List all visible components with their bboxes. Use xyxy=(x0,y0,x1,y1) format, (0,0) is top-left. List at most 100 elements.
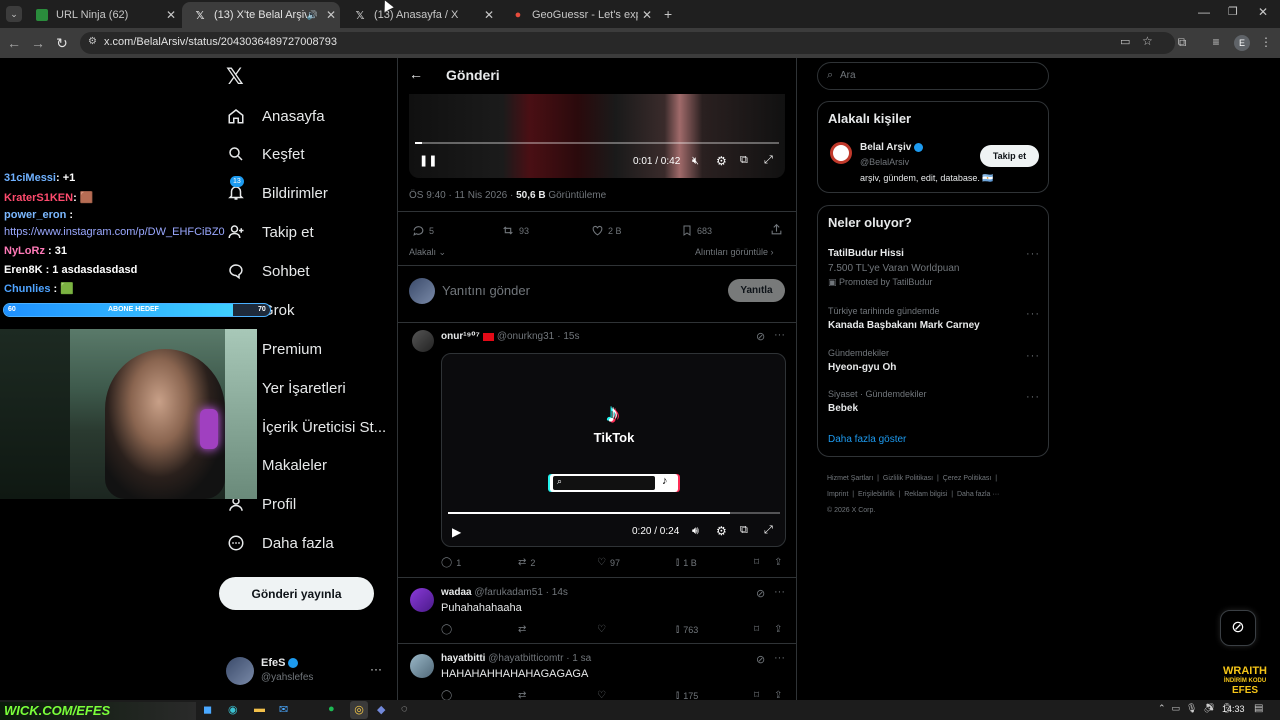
share-action[interactable]: ⇪ xyxy=(774,624,782,635)
grok-icon[interactable]: ⊘ xyxy=(756,653,765,666)
reply-input[interactable]: Yanıtını gönder xyxy=(442,283,530,298)
more-dots-icon[interactable]: ··· xyxy=(1026,350,1040,362)
forward-button[interactable]: → xyxy=(30,35,46,51)
bookmark-action[interactable]: 683 xyxy=(681,224,712,237)
settings-icon[interactable]: ⚙ xyxy=(716,154,727,168)
discord-icon[interactable]: ◆ xyxy=(377,703,385,716)
views-action[interactable]: ⫾ 175 xyxy=(676,690,698,700)
like-action[interactable]: ♡ xyxy=(597,624,606,635)
nav-item-sohbet[interactable]: Sohbet xyxy=(226,256,310,286)
mail-icon[interactable]: ✉ xyxy=(279,703,288,716)
back-arrow-icon[interactable]: ← xyxy=(409,66,423,82)
view-quotes-link[interactable]: Alıntıları görüntüle › xyxy=(695,247,774,257)
media-control-icon[interactable]: ≡ xyxy=(1208,35,1224,49)
fullscreen-icon[interactable]: ⤢ xyxy=(764,524,773,537)
more-dots-icon[interactable]: ··· xyxy=(774,652,785,664)
nav-item-daha-fazla[interactable]: Daha fazla xyxy=(226,528,334,558)
x-logo-icon[interactable]: 𝕏 xyxy=(226,66,246,88)
search-input[interactable]: ⌕ Ara xyxy=(817,62,1049,90)
pip-icon[interactable]: ⧉ xyxy=(740,524,748,537)
reload-button[interactable]: ↻ xyxy=(54,35,70,51)
edge-icon[interactable]: ◉ xyxy=(228,703,238,716)
more-dots-icon[interactable]: ··· xyxy=(774,329,785,341)
profile-avatar[interactable]: E xyxy=(1234,35,1250,51)
post-button[interactable]: Gönderi yayınla xyxy=(219,577,374,610)
share-action[interactable] xyxy=(770,223,787,236)
nav-item-takip-et[interactable]: Takip et xyxy=(226,217,314,247)
footer-link[interactable]: Gizlilik Politikası xyxy=(883,475,933,482)
minimize-button[interactable]: — xyxy=(1198,5,1210,19)
footer-link[interactable]: Çerez Politikası xyxy=(943,475,992,482)
tab-url-ninja[interactable]: URL Ninja (62) ✕ xyxy=(24,2,180,28)
chrome-icon[interactable]: ◎ xyxy=(350,701,368,719)
more-dots-icon[interactable]: ··· xyxy=(370,662,382,676)
grok-icon[interactable]: ⊘ xyxy=(756,330,765,343)
tab-geoguessr[interactable]: ● GeoGuessr - Let's explore the w ✕ xyxy=(500,2,656,28)
show-more-link[interactable]: Daha fazla göster xyxy=(828,434,906,445)
like-action[interactable]: ♡ 97 xyxy=(597,557,620,568)
reply-author-name[interactable]: wadaa xyxy=(441,587,472,598)
video-progress-track[interactable] xyxy=(448,512,780,514)
views-action[interactable]: ⫾ 763 xyxy=(676,624,698,635)
share-action[interactable]: ⇪ xyxy=(774,690,782,700)
nav-item-anasayfa[interactable]: Anasayfa xyxy=(226,101,325,131)
avatar[interactable] xyxy=(410,588,434,612)
close-tab-icon[interactable]: ✕ xyxy=(480,8,498,22)
repost-action[interactable]: ⇄ xyxy=(518,690,526,700)
fullscreen-icon[interactable]: ⤢ xyxy=(764,154,773,167)
new-tab-button[interactable]: + xyxy=(664,6,672,22)
explorer-icon[interactable]: ▬ xyxy=(254,703,265,715)
obs-icon[interactable]: ◌ xyxy=(401,703,408,715)
views-action[interactable]: ⫾ 1 B xyxy=(676,557,697,568)
reply-button[interactable]: Yanıtla xyxy=(728,279,785,302)
settings-icon[interactable]: ⚙ xyxy=(716,524,727,538)
grok-icon[interactable]: ⊘ xyxy=(756,587,765,600)
volume-icon[interactable]: 🔊︎ xyxy=(692,525,699,538)
close-tab-icon[interactable]: ✕ xyxy=(162,8,180,22)
bookmark-star-icon[interactable]: ☆ xyxy=(1142,34,1153,48)
close-window-button[interactable]: ✕ xyxy=(1258,5,1268,19)
reply-video[interactable]: ♪ TikTok ⌕ ♪ ▶ 0:20 / 0:24 🔊︎ ⚙ ⧉ ⤢ xyxy=(441,353,786,547)
footer-link[interactable]: Daha fazla ··· xyxy=(957,491,999,498)
reply-action[interactable]: ◯ 1 xyxy=(441,557,461,568)
extensions-icon[interactable]: ⧉ xyxy=(1174,35,1190,50)
trend-item[interactable]: Siyaset · Gündemdekiler Bebek ··· xyxy=(828,389,1040,414)
address-bar[interactable]: ⚙ x.com/BelalArsiv/status/20430364897270… xyxy=(80,32,1175,54)
tab-search-icon[interactable]: ⌄ xyxy=(6,6,22,22)
tab-x-anasayfa[interactable]: 𝕏 (13) Anasayfa / X ✕ xyxy=(342,2,498,28)
bookmark-action[interactable]: ⌑ xyxy=(754,557,759,568)
mute-icon[interactable]: 🔇︎ xyxy=(692,155,699,168)
site-info-icon[interactable]: ⚙ xyxy=(88,36,97,47)
play-icon[interactable]: ▶ xyxy=(452,525,461,539)
nav-item-bildirimler[interactable]: 13 Bildirimler xyxy=(226,176,328,208)
post-video[interactable]: ❚❚ 0:01 / 0:42 🔇︎ ⚙ ⧉ ⤢ xyxy=(409,94,785,178)
trend-item[interactable]: Türkiye tarihinde gündemde Kanada Başbak… xyxy=(828,306,1040,331)
reply-action[interactable]: 5 xyxy=(412,224,434,237)
close-tab-icon[interactable]: ✕ xyxy=(638,8,656,22)
trend-item[interactable]: TatilBudur Hissi 7.500 TL'ye Varan World… xyxy=(828,248,1040,288)
like-action[interactable]: ♡ xyxy=(597,690,606,700)
repost-action[interactable]: 93 xyxy=(501,224,529,237)
avatar[interactable] xyxy=(410,654,434,678)
reply-action[interactable]: ◯ xyxy=(441,690,452,700)
notification-icon[interactable]: ▤ xyxy=(1254,703,1263,714)
footer-link[interactable]: Hizmet Şartları xyxy=(827,475,873,482)
avatar[interactable] xyxy=(830,142,852,164)
browser-menu-icon[interactable]: ⋮ xyxy=(1258,35,1274,49)
pip-icon[interactable]: ⧉ xyxy=(740,154,748,167)
url-text[interactable]: x.com/BelalArsiv/status/2043036489727008… xyxy=(104,36,337,48)
clock[interactable]: 14:33 xyxy=(1222,704,1245,714)
repost-action[interactable]: ⇄ 2 xyxy=(518,557,535,568)
windows-start-icon[interactable]: ◼ xyxy=(203,703,212,716)
footer-link[interactable]: Erişilebilirlik xyxy=(858,491,895,498)
person-name[interactable]: Belal Arşiv xyxy=(860,142,911,153)
restore-button[interactable]: ❐ xyxy=(1228,5,1238,18)
share-action[interactable]: ⇪ xyxy=(774,557,782,568)
pause-icon[interactable]: ❚❚ xyxy=(419,154,437,167)
footer-link[interactable]: Reklam bilgisi xyxy=(904,491,947,498)
footer-link[interactable]: Imprint xyxy=(827,491,848,498)
trend-item[interactable]: Gündemdekiler Hyeon-gyu Oh ··· xyxy=(828,348,1040,373)
more-dots-icon[interactable]: ··· xyxy=(1026,391,1040,403)
bookmark-action[interactable]: ⌑ xyxy=(754,624,759,635)
relevant-sort[interactable]: Alakalı ⌄ xyxy=(409,247,446,258)
